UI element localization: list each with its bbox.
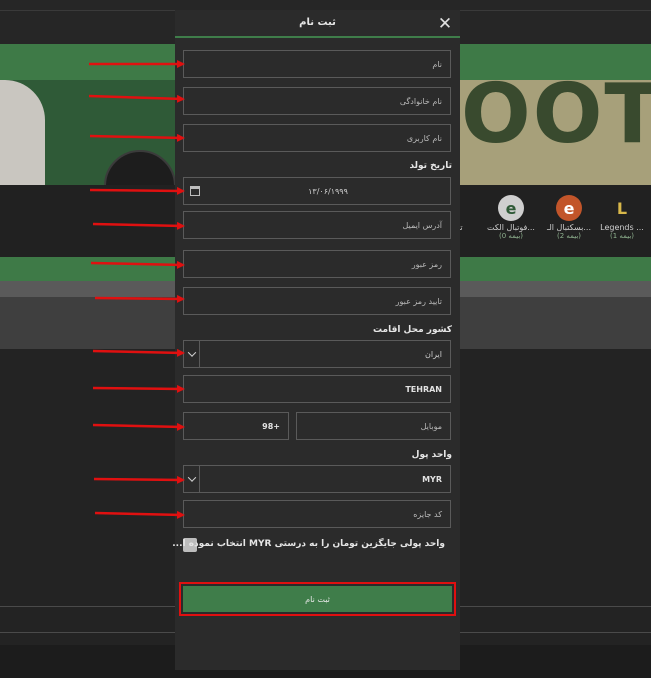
consent-text: واحد پولی جایگزین تومان را به درستی MYR …	[172, 539, 445, 549]
close-icon[interactable]: ✕	[435, 14, 455, 34]
dob-input[interactable]: ۱۳/۰۶/۱۹۹۹	[183, 177, 451, 205]
country-label: کشور محل اقامت	[372, 325, 452, 335]
currency-label: واحد پول	[411, 450, 452, 460]
email-input[interactable]: آدرس ایمیل	[183, 211, 451, 239]
phone-code-input[interactable]: 98+	[183, 412, 289, 440]
banner-ball-image	[104, 150, 176, 185]
bonus-code-input[interactable]: کد جایزه	[183, 500, 451, 528]
mobile-input[interactable]: موبایل	[296, 412, 451, 440]
sport-item-sub: (بیمه 2)	[556, 232, 582, 240]
username-input[interactable]: نام کاربری	[183, 124, 451, 152]
currency-select[interactable]: MYR	[183, 465, 451, 493]
sport-item-label: فوتبال الکت...	[487, 223, 535, 232]
registration-modal: ثبت نام ✕ نام نام خانوادگی نام کاربری تا…	[172, 10, 460, 670]
country-value: ایران	[425, 349, 442, 359]
arrow-bonus-code	[94, 510, 185, 519]
sport-item-label: بسکتبال الـ...	[546, 223, 592, 232]
password-confirm-input[interactable]: تایید رمز عبور	[183, 287, 451, 315]
soccer-ball-icon: e	[498, 195, 524, 221]
last-name-input[interactable]: نام خانوادگی	[183, 87, 451, 115]
basketball-icon: e	[556, 195, 582, 221]
register-button[interactable]: ثبت نام	[183, 586, 452, 612]
arrow-phone	[92, 422, 185, 431]
sport-item-ebasketball[interactable]: e بسکتبال الـ... (بیمه 2)	[536, 195, 602, 240]
banner-text: OOT	[461, 67, 651, 162]
sport-item-sub: (بیمه 0)	[498, 232, 524, 240]
arrow-city	[92, 384, 185, 393]
sport-item-efootball[interactable]: e فوتبال الکت... (بیمه 0)	[478, 195, 544, 240]
arrow-currency	[93, 475, 185, 484]
legends-icon: L	[616, 198, 628, 218]
first-name-input[interactable]: نام	[183, 50, 451, 78]
submit-highlight: ثبت نام	[179, 582, 456, 616]
dob-value: ۱۳/۰۶/۱۹۹۹	[308, 186, 348, 196]
arrow-country	[92, 348, 185, 357]
modal-header: ثبت نام ✕	[175, 10, 460, 38]
calendar-icon[interactable]	[190, 186, 200, 196]
banner-player-image	[0, 80, 45, 185]
country-select[interactable]: ایران	[183, 340, 451, 368]
password-input[interactable]: رمز عبور	[183, 250, 451, 278]
city-input[interactable]: TEHRAN	[183, 375, 451, 403]
chevron-down-icon	[184, 466, 200, 492]
dob-label: تاریخ تولد	[409, 161, 452, 171]
modal-title: ثبت نام	[299, 17, 336, 28]
currency-value: MYR	[422, 474, 442, 484]
chevron-down-icon	[184, 341, 200, 367]
